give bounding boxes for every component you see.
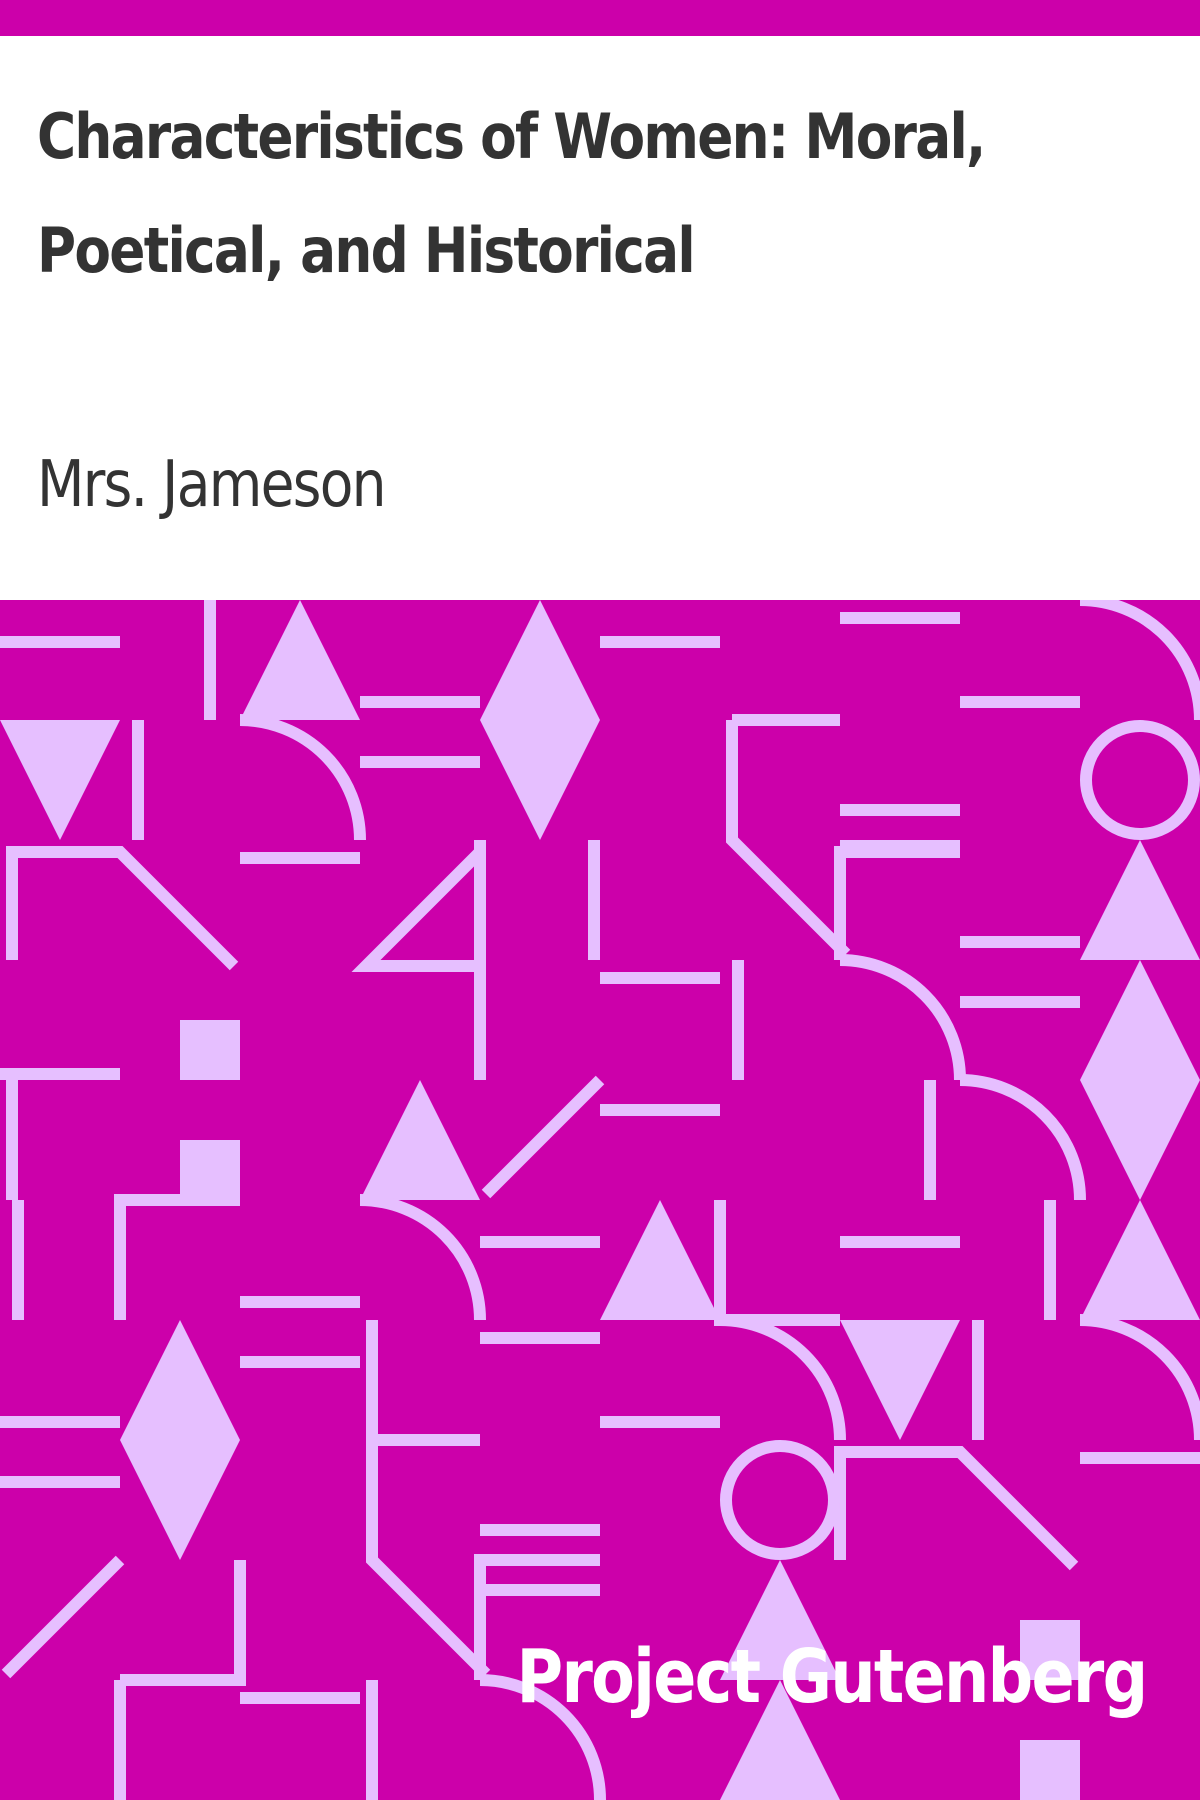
pattern-bar xyxy=(972,1320,984,1440)
pattern-bar xyxy=(480,1584,600,1596)
pattern-bar xyxy=(12,1200,24,1320)
top-color-band xyxy=(0,0,1200,36)
pattern-bar xyxy=(924,1080,936,1200)
pattern-bar xyxy=(132,720,144,840)
pattern-bar xyxy=(480,1332,600,1344)
pattern-bar xyxy=(600,636,720,648)
pattern-bar xyxy=(240,852,360,864)
pattern-bar xyxy=(600,1416,720,1428)
pattern-bar xyxy=(960,936,1080,948)
pattern-square xyxy=(180,1020,240,1080)
book-cover: Characteristics of Women: Moral, Poetica… xyxy=(0,0,1200,1800)
pattern-bar xyxy=(480,1524,600,1536)
pattern-bar xyxy=(588,840,600,960)
pattern-bar xyxy=(1080,1452,1200,1464)
pattern-bar xyxy=(0,1476,120,1488)
pattern-bar xyxy=(0,636,120,648)
pattern-bar xyxy=(240,1356,360,1368)
pattern-bar xyxy=(600,972,720,984)
pattern-bar xyxy=(0,1416,120,1428)
pattern-bar xyxy=(840,804,960,816)
pattern-bar xyxy=(240,1296,360,1308)
pattern-bar xyxy=(1044,1200,1056,1320)
pattern-bar xyxy=(204,600,216,720)
pattern-bar xyxy=(960,696,1080,708)
pattern-bar xyxy=(840,1236,960,1248)
pattern-bar xyxy=(732,960,744,1080)
book-title: Characteristics of Women: Moral, Poetica… xyxy=(37,100,986,287)
geometric-pattern xyxy=(0,600,1200,1800)
pattern-bar xyxy=(240,1692,360,1704)
pattern-square xyxy=(1020,1740,1080,1800)
pattern-bar xyxy=(360,756,480,768)
pattern-bar xyxy=(960,996,1080,1008)
pattern-bar xyxy=(600,1104,720,1116)
pattern-bar xyxy=(360,696,480,708)
pattern-square xyxy=(180,1140,240,1200)
publisher-logo: Project Gutenberg xyxy=(516,1634,1148,1720)
pattern-bar xyxy=(480,1236,600,1248)
book-author: Mrs. Jameson xyxy=(37,448,387,522)
pattern-bar xyxy=(840,612,960,624)
